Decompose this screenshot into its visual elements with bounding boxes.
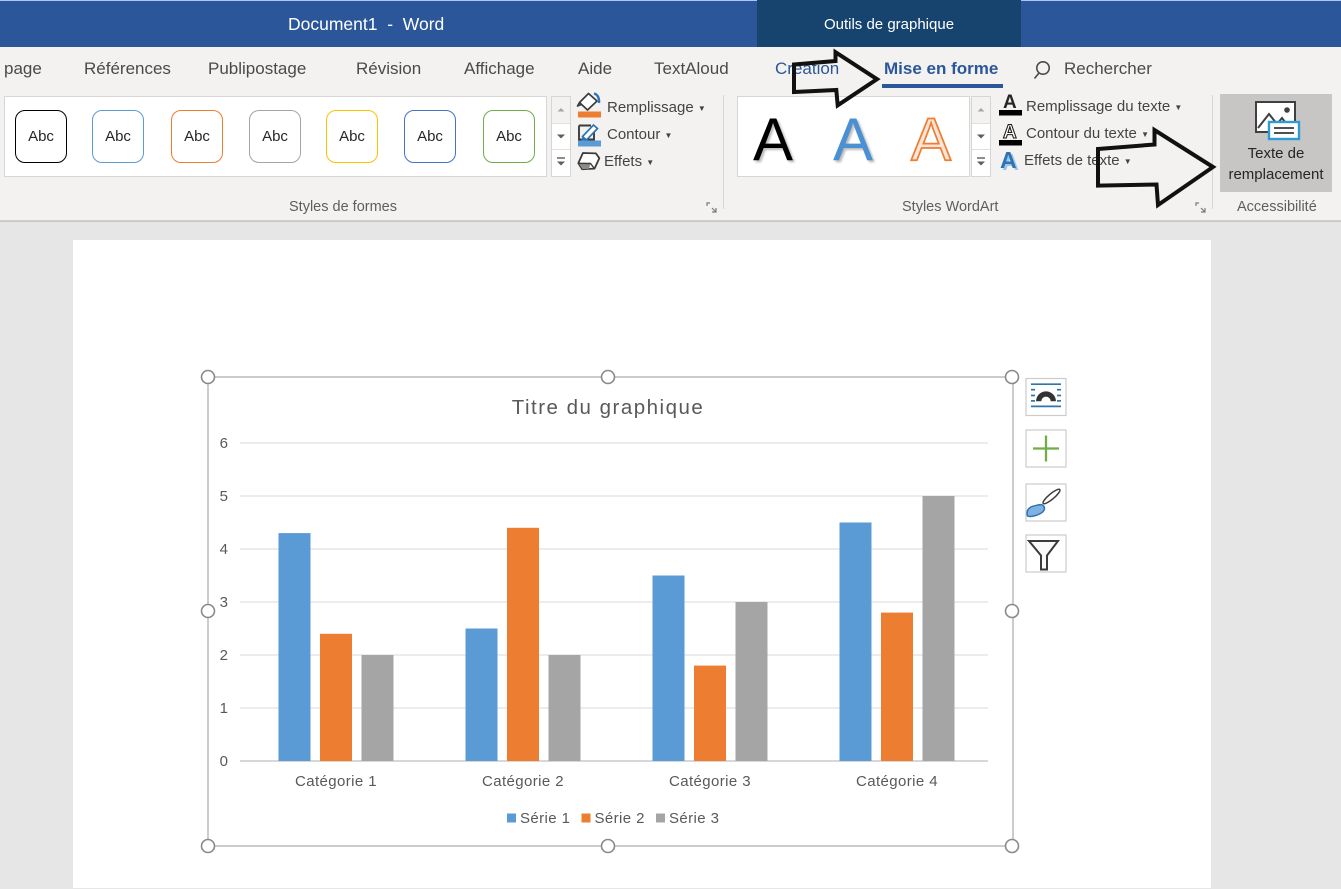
svg-text:Série 3: Série 3 <box>669 810 719 827</box>
svg-text:A: A <box>1003 92 1017 113</box>
svg-text:Série 2: Série 2 <box>595 810 645 827</box>
svg-text:1: 1 <box>220 700 228 717</box>
svg-text:3: 3 <box>220 594 228 611</box>
svg-text:Série 1: Série 1 <box>520 810 570 827</box>
svg-text:5: 5 <box>220 488 228 505</box>
svg-text:4: 4 <box>220 541 228 558</box>
svg-text:A: A <box>1000 147 1017 173</box>
svg-text:Catégorie 2: Catégorie 2 <box>482 773 564 790</box>
svg-text:Catégorie 1: Catégorie 1 <box>295 773 377 790</box>
svg-text:A: A <box>1003 122 1017 143</box>
svg-text:0: 0 <box>220 753 228 770</box>
svg-text:Catégorie 4: Catégorie 4 <box>856 773 938 790</box>
svg-text:Catégorie 3: Catégorie 3 <box>669 773 751 790</box>
svg-text:Titre du graphique: Titre du graphique <box>512 396 705 419</box>
svg-text:6: 6 <box>220 435 228 452</box>
svg-text:2: 2 <box>220 647 228 664</box>
